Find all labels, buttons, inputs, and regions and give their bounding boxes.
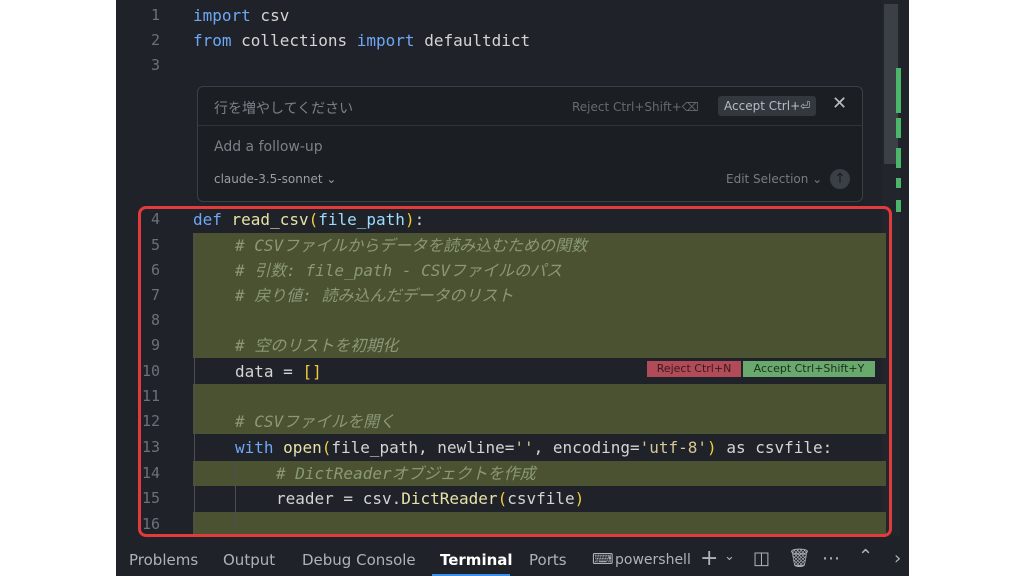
trash-icon[interactable]: 🗑 [788, 548, 811, 569]
edit-selection-dropdown[interactable]: Edit Selection ⌄ [726, 172, 822, 186]
tab-output[interactable]: Output [223, 551, 275, 569]
chevron-up-icon[interactable]: ⌃ [858, 546, 873, 567]
scroll-change-marker [896, 118, 901, 138]
terminal-icon: ⌨ [592, 550, 614, 568]
chevron-right-icon[interactable]: › [894, 548, 901, 569]
accept-button[interactable]: Accept Ctrl+⏎ [718, 96, 817, 116]
split-icon[interactable]: ◫ [753, 548, 770, 569]
tab-debug-console[interactable]: Debug Console [302, 551, 416, 569]
reject-button[interactable]: Reject Ctrl+Shift+⌫ [572, 100, 699, 114]
tab-ports[interactable]: Ports [529, 551, 567, 569]
model-selector[interactable]: claude-3.5-sonnet ⌄ [214, 172, 336, 186]
highlight-box [138, 206, 892, 537]
inline-edit-panel: 行を増やしてください Reject Ctrl+Shift+⌫ Accept Ct… [197, 86, 863, 202]
more-icon[interactable]: ⋯ [822, 548, 840, 569]
send-icon[interactable]: ↑ [830, 169, 850, 189]
code-line[interactable]: import csv [193, 3, 289, 28]
divider [198, 125, 862, 126]
tab-problems[interactable]: Problems [129, 551, 198, 569]
scroll-change-marker [896, 200, 901, 212]
panel-tabs-bar: Problems Output Debug Console Terminal P… [116, 540, 909, 576]
prompt-text[interactable]: 行を増やしてください [214, 98, 353, 118]
chevron-down-icon[interactable]: ⌄ [724, 549, 735, 564]
scroll-change-marker [896, 178, 901, 188]
scroll-change-marker [896, 68, 901, 113]
scroll-change-marker [896, 148, 901, 168]
code-line[interactable]: from collections import defaultdict [193, 28, 530, 53]
terminal-shell-label[interactable]: powershell [615, 552, 691, 568]
followup-input[interactable]: Add a follow-up [214, 139, 323, 155]
tab-terminal[interactable]: Terminal [440, 551, 513, 569]
line-number: 1 [150, 6, 160, 24]
plus-icon[interactable]: + [700, 546, 718, 571]
line-number: 2 [150, 31, 160, 49]
close-icon[interactable]: ✕ [832, 93, 847, 114]
line-number: 3 [150, 56, 160, 74]
